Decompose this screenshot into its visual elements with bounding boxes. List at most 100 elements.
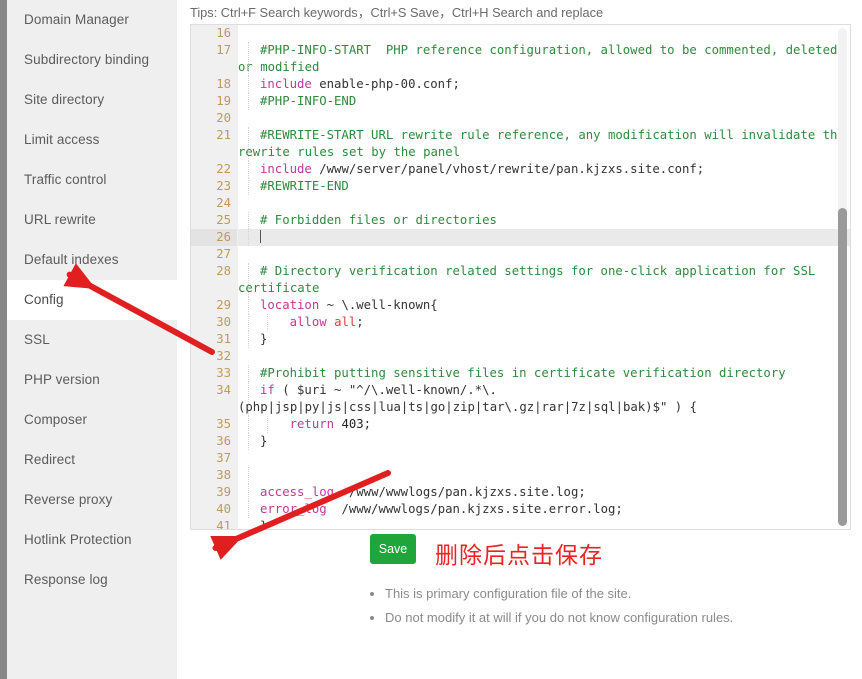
code-token-plain: ~ \.well-known{ bbox=[319, 298, 438, 312]
code-line[interactable]: } bbox=[238, 518, 850, 529]
code-line[interactable]: #REWRITE-START URL rewrite rule referenc… bbox=[238, 127, 850, 161]
code-line[interactable]: include enable-php-00.conf; bbox=[238, 76, 850, 93]
sidebar-nav: Domain Manager Subdirectory binding Site d… bbox=[7, 0, 177, 679]
code-line[interactable]: location ~ \.well-known{ bbox=[238, 297, 850, 314]
code-line[interactable]: allow all; bbox=[238, 314, 850, 331]
text-cursor bbox=[260, 230, 261, 243]
sidebar-item-redirect[interactable]: Redirect bbox=[7, 440, 177, 480]
code-line[interactable]: return 403; bbox=[238, 416, 850, 433]
code-line[interactable] bbox=[238, 450, 850, 467]
code-token-com: # Forbidden files or directories bbox=[260, 213, 497, 227]
sidebar-item-traffic-control[interactable]: Traffic control bbox=[7, 160, 177, 200]
line-number: 20 bbox=[216, 111, 231, 125]
indent-guide bbox=[248, 161, 249, 178]
code-line[interactable]: include /www/server/panel/vhost/rewrite/… bbox=[238, 161, 850, 178]
line-number: 29 bbox=[216, 298, 231, 312]
code-line[interactable] bbox=[238, 110, 850, 127]
code-line-text: # Forbidden files or directories bbox=[238, 213, 515, 227]
sidebar-item-default-indexes[interactable]: Default indexes bbox=[7, 240, 177, 280]
line-number: 40 bbox=[216, 502, 231, 516]
code-line-text: #PHP-INFO-END bbox=[238, 94, 374, 108]
sidebar-item-response-log[interactable]: Response log bbox=[7, 560, 177, 600]
sidebar-item-url-rewrite[interactable]: URL rewrite bbox=[7, 200, 177, 240]
sidebar-item-reverse-proxy[interactable]: Reverse proxy bbox=[7, 480, 177, 520]
code-line[interactable] bbox=[238, 467, 850, 484]
sidebar-item-site-directory[interactable]: Site directory bbox=[7, 80, 177, 120]
code-token-plain: /www/wwwlogs/pan.kjzxs.site.error.log; bbox=[326, 502, 623, 516]
editor-line-number-gutter: 16 17 18 19 20 21 22 23 24 25 26 27 28 29 30 31 32 33 34 35… bbox=[191, 25, 238, 529]
code-line[interactable]: access_log /www/wwwlogs/pan.kjzxs.site.l… bbox=[238, 484, 850, 501]
indent-guide bbox=[267, 416, 268, 433]
sidebar-item-composer[interactable]: Composer bbox=[7, 400, 177, 440]
line-number: 19 bbox=[216, 94, 231, 108]
code-line[interactable]: #PHP-INFO-END bbox=[238, 93, 850, 110]
line-number: 34 bbox=[216, 383, 231, 397]
code-token-plain: enable-php-00.conf; bbox=[311, 77, 460, 91]
code-line[interactable] bbox=[238, 229, 850, 246]
line-number: 33 bbox=[216, 366, 231, 380]
config-editor[interactable]: 16 17 18 19 20 21 22 23 24 25 26 27 28 29 30 31 32 33 34 35… bbox=[190, 24, 851, 530]
indent-guide bbox=[248, 263, 249, 297]
editor-scrollbar-thumb[interactable] bbox=[838, 208, 847, 526]
sidebar-item-php-version[interactable]: PHP version bbox=[7, 360, 177, 400]
line-number-row: 17 bbox=[191, 42, 237, 76]
line-number-row: 40 bbox=[191, 501, 237, 518]
code-line[interactable]: #Prohibit putting sensitive files in cer… bbox=[238, 365, 850, 382]
line-number-row: 25 bbox=[191, 212, 237, 229]
code-line[interactable] bbox=[238, 348, 850, 365]
sidebar-item-ssl[interactable]: SSL bbox=[7, 320, 177, 360]
code-line[interactable]: } bbox=[238, 331, 850, 348]
code-line[interactable]: # Forbidden files or directories bbox=[238, 212, 850, 229]
code-line[interactable] bbox=[238, 25, 850, 42]
code-line-text bbox=[238, 230, 279, 244]
code-line-text: } bbox=[238, 332, 285, 346]
sidebar-item-domain-manager[interactable]: Domain Manager bbox=[7, 0, 177, 40]
code-line-text: location ~ \.well-known{ bbox=[238, 298, 456, 312]
code-line[interactable]: # Directory verification related setting… bbox=[238, 263, 850, 297]
indent-guide bbox=[248, 42, 249, 76]
code-token-key: return bbox=[289, 417, 335, 431]
code-token-key: location bbox=[260, 298, 320, 312]
code-line-text: include enable-php-00.conf; bbox=[238, 77, 478, 91]
line-number-row: 41 bbox=[191, 518, 237, 530]
sidebar-item-limit-access[interactable]: Limit access bbox=[7, 120, 177, 160]
line-number-row: 23 bbox=[191, 178, 237, 195]
code-line[interactable] bbox=[238, 246, 850, 263]
line-number: 18 bbox=[216, 77, 231, 91]
line-number-row: 22 bbox=[191, 161, 237, 178]
line-number: 31 bbox=[216, 332, 231, 346]
line-number: 16 bbox=[216, 26, 231, 40]
page-scrollbar[interactable] bbox=[0, 0, 7, 679]
sidebar-item-hotlink-protection[interactable]: Hotlink Protection bbox=[7, 520, 177, 560]
line-number-row: 36 bbox=[191, 433, 237, 450]
editor-vertical-scrollbar[interactable] bbox=[838, 28, 847, 526]
code-line[interactable] bbox=[238, 195, 850, 212]
code-line-text: } bbox=[238, 519, 285, 529]
code-token-plain: } bbox=[260, 332, 268, 346]
indent-guide bbox=[248, 297, 249, 314]
line-number-row: 26 bbox=[191, 229, 237, 246]
code-line[interactable]: if ( $uri ~ "^/\.well-known/.*\.(php|jsp… bbox=[238, 382, 850, 416]
editor-code-content[interactable]: #PHP-INFO-START PHP reference configurat… bbox=[238, 25, 850, 529]
save-button[interactable]: Save bbox=[370, 534, 416, 564]
code-line[interactable]: #REWRITE-END bbox=[238, 178, 850, 195]
sidebar-item-subdirectory-binding[interactable]: Subdirectory binding bbox=[7, 40, 177, 80]
indent-guide bbox=[248, 467, 249, 484]
code-line[interactable]: error_log /www/wwwlogs/pan.kjzxs.site.er… bbox=[238, 501, 850, 518]
editor-code-area[interactable]: #PHP-INFO-START PHP reference configurat… bbox=[238, 25, 850, 529]
line-number: 39 bbox=[216, 485, 231, 499]
code-token-com: #REWRITE-END bbox=[260, 179, 349, 193]
code-line[interactable]: } bbox=[238, 433, 850, 450]
annotation-text-save-after-delete: 删除后点击保存 bbox=[435, 543, 603, 569]
code-line[interactable]: #PHP-INFO-START PHP reference configurat… bbox=[238, 42, 850, 76]
line-number-row: 18 bbox=[191, 76, 237, 93]
line-number: 24 bbox=[216, 196, 231, 210]
sidebar-item-config[interactable]: Config bbox=[7, 280, 177, 320]
indent-guide bbox=[248, 433, 249, 450]
line-number: 41 bbox=[216, 519, 231, 530]
code-line-text: #REWRITE-START URL rewrite rule referenc… bbox=[238, 128, 850, 159]
